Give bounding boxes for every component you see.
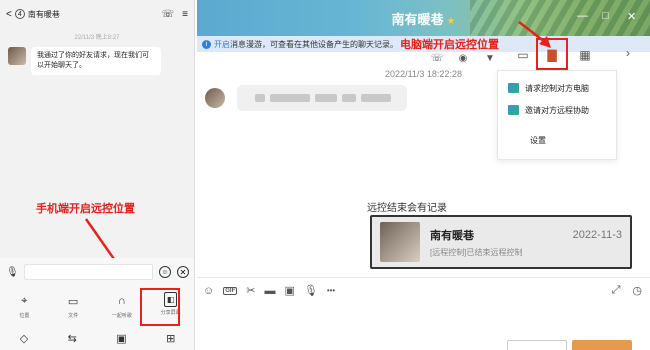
emoji-icon[interactable]: ☺ <box>203 285 214 297</box>
diamond-icon[interactable]: ◇ <box>20 332 28 345</box>
phone-message-input[interactable] <box>24 264 153 280</box>
desktop-annotation-label: 电脑端开启远控位置 <box>400 39 499 51</box>
screenshot-root: { "phone": { "back_glyph": "<", "unread_… <box>0 0 650 350</box>
transfer-icon[interactable]: ⇆ <box>68 332 77 345</box>
listen-together-tool[interactable]: ∩ 一起听歌 <box>105 292 139 326</box>
avatar[interactable] <box>8 47 26 65</box>
card-date: 2022-11-3 <box>572 229 622 241</box>
expand-icon[interactable]: ⤢ <box>612 284 621 297</box>
window-titlebar: 南有暖巷 ★ — □ ✕ <box>197 0 650 36</box>
star-icon: ★ <box>446 16 456 27</box>
phone-bottom-bar: ◇ ⇆ ▣ ⊞ <box>0 326 194 350</box>
location-tool[interactable]: ⌖ 位置 <box>7 292 41 326</box>
screen-share-icon[interactable]: ▼ <box>482 52 498 66</box>
file-tool[interactable]: ▭ 文件 <box>56 292 90 326</box>
avatar <box>380 222 420 262</box>
desktop-chat-window: 南有暖巷 ★ — □ ✕ i 开启 消息漫游，可查看在其他设备产生的聊天记录。 电… <box>197 0 650 350</box>
phone-message-bubble: 我通过了你的好友请求，现在我们可以开始聊天了。 <box>31 47 161 75</box>
remote-control-record-card[interactable]: 南有暖巷 [远程控制]已结束远程控制 2022-11-3 <box>370 215 632 269</box>
phone-contact-name: 南有暖巷 <box>27 9 60 19</box>
menu-icon[interactable]: ≡ <box>182 9 188 20</box>
monitor-icon[interactable]: ▭ <box>515 48 531 62</box>
desktop-annotation-arrow <box>518 21 551 48</box>
send-button[interactable] <box>572 340 632 350</box>
emoji-icon[interactable]: ☺ <box>159 266 171 278</box>
avatar[interactable] <box>205 88 225 108</box>
info-icon: i <box>202 39 211 49</box>
location-icon: ⌖ <box>21 294 28 307</box>
chat-message-bubble-blurred <box>237 85 407 111</box>
headphones-icon: ∩ <box>117 295 126 307</box>
close-circle-icon[interactable]: ✕ <box>177 266 189 278</box>
share-screen-highlight-box <box>140 288 180 326</box>
more-icon[interactable]: ••• <box>327 286 335 295</box>
image-icon[interactable]: ▣ <box>284 284 294 297</box>
menu-item-request-control[interactable]: 请求控制对方电脑 <box>498 77 616 99</box>
tool-label: 文件 <box>68 313 79 319</box>
remote-assist-icon <box>508 105 519 115</box>
card-status-text: [远程控制]已结束远程控制 <box>430 247 523 257</box>
contact-card-icon[interactable]: ▣ <box>116 332 126 345</box>
remote-pc-icon <box>508 83 519 93</box>
unread-count-badge: 4 <box>14 9 25 19</box>
gift-icon[interactable]: ⊞ <box>166 332 175 345</box>
message-toolbar: ☺ GIF ✂ ▬ ▣ 🎙 ••• ⤢ ◷ <box>197 277 650 303</box>
phone-message-time: 22/11/3 晚上8:27 <box>74 35 120 41</box>
scissors-icon[interactable]: ✂ <box>246 284 255 297</box>
close-button[interactable]: ✕ <box>627 10 636 23</box>
menu-item-label: 请求控制对方电脑 <box>525 83 589 93</box>
chevron-right-icon[interactable]: › <box>620 46 636 60</box>
folder-icon[interactable]: ▬ <box>264 285 275 297</box>
gif-icon[interactable]: GIF <box>223 286 238 295</box>
microphone-icon[interactable]: 🎙 <box>304 284 318 297</box>
enable-roaming-link[interactable]: 开启 <box>214 39 230 50</box>
video-call-icon[interactable]: ◉ <box>455 52 471 66</box>
phone-chat-panel: < 4 南有暖巷 ☏ ≡ 22/11/3 晚上8:27 我通过了你的好友请求，现… <box>0 0 195 350</box>
history-clock-icon[interactable]: ◷ <box>632 284 642 297</box>
tool-label: 一起听歌 <box>111 313 132 319</box>
menu-item-label: 邀请对方远程协助 <box>525 105 589 115</box>
end-record-caption: 远控结束会有记录 <box>367 203 447 214</box>
menu-item-settings[interactable]: 设置 <box>498 129 616 151</box>
window-title-text: 南有暖巷 <box>391 12 444 27</box>
phone-message-row: 我通过了你的好友请求，现在我们可以开始聊天了。 <box>0 47 194 75</box>
apps-icon[interactable]: ▦ <box>577 48 593 62</box>
phone-annotation-label: 手机端开启远控位置 <box>36 203 135 215</box>
notice-text: 消息漫游，可查看在其他设备产生的聊天记录。 <box>230 39 398 49</box>
chat-message-row <box>205 85 407 111</box>
remote-control-menu: 请求控制对方电脑 邀请对方远程协助 设置 <box>497 70 617 160</box>
minimize-button[interactable]: — <box>577 10 588 22</box>
tool-label: 位置 <box>19 313 30 319</box>
menu-item-label: 设置 <box>530 135 546 145</box>
close-chat-button[interactable] <box>507 340 567 350</box>
folder-icon: ▭ <box>67 295 79 308</box>
menu-item-invite-assist[interactable]: 邀请对方远程协助 <box>498 99 616 121</box>
back-icon[interactable]: < <box>6 9 12 20</box>
phone-call-icon[interactable]: ☏ <box>429 52 445 66</box>
call-icon[interactable]: ☏ <box>162 9 175 20</box>
phone-input-row: 🎙 ☺ ✕ <box>0 258 194 286</box>
phone-header: < 4 南有暖巷 ☏ ≡ <box>0 0 194 28</box>
microphone-icon[interactable]: 🎙 <box>6 267 19 278</box>
maximize-button[interactable]: □ <box>602 10 609 22</box>
